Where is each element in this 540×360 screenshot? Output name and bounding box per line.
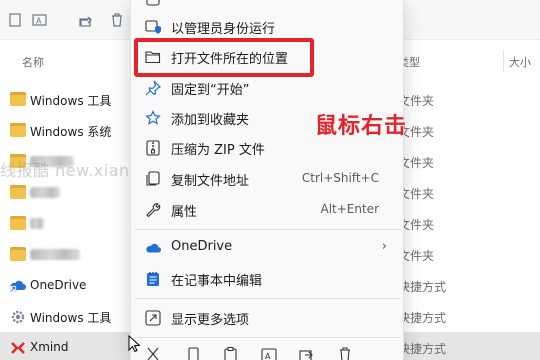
file-type: 快捷方式 [398, 311, 447, 325]
paste-icon[interactable] [223, 346, 239, 360]
folder-icon [10, 185, 26, 199]
onedrive-shortcut-icon [9, 278, 26, 293]
menu-item-pin-to-start[interactable]: 固定到“开始” [135, 73, 401, 103]
menu-item-edit-in-notepad[interactable]: 在记事本中编辑 [135, 264, 401, 294]
file-type: 快捷方式 [398, 280, 447, 294]
menu-divider [135, 298, 401, 299]
folder-icon [10, 92, 26, 106]
folder-icon [10, 123, 26, 137]
menu-item-label: OneDrive [171, 239, 233, 254]
new-item-icon[interactable] [4, 9, 26, 31]
file-name: Xmind [30, 340, 69, 354]
xmind-icon [10, 340, 26, 354]
share-icon[interactable] [299, 346, 315, 360]
mouse-cursor-icon [128, 334, 141, 357]
menu-item-label: 压缩为 ZIP 文件 [171, 143, 265, 158]
rename-icon[interactable]: A [261, 346, 277, 360]
menu-item-onedrive[interactable]: OneDrive › [135, 233, 401, 263]
menu-item-label: 以管理员身份运行 [171, 22, 276, 37]
blurred-file-name [30, 249, 80, 260]
file-type: 快捷方式 [398, 342, 447, 356]
delete-icon[interactable] [337, 346, 353, 360]
svg-text:A: A [265, 352, 271, 360]
blurred-file-name [30, 218, 44, 229]
menu-item-label: 复制文件地址 [171, 174, 250, 189]
zip-icon [145, 140, 161, 156]
chevron-right-icon: › [381, 239, 387, 254]
star-icon [145, 110, 161, 126]
menu-item-shortcut: Alt+Enter [320, 202, 379, 216]
menu-item-show-more-options[interactable]: 显示更多选项 [135, 303, 401, 333]
cut-icon[interactable] [145, 346, 161, 360]
cloud-icon [145, 240, 161, 256]
rename-icon[interactable]: A [29, 9, 51, 31]
menu-item-label: 在记事本中编辑 [171, 274, 263, 289]
column-size-header[interactable]: 大小 [509, 54, 531, 70]
menu-item-copy-path[interactable]: 复制文件地址 Ctrl+Shift+C [135, 164, 401, 194]
file-name: OneDrive [30, 278, 87, 292]
file-name: Windows 工具 [30, 311, 112, 325]
menu-item-label: 固定到“开始” [171, 83, 250, 98]
notepad-icon [145, 271, 161, 287]
file-name: Windows 工具 [30, 94, 112, 108]
menu-item-label: 添加到收藏夹 [171, 113, 250, 128]
open-icon [145, 0, 161, 7]
copy-icon[interactable] [185, 346, 201, 360]
menu-item-label: 属性 [171, 205, 198, 220]
file-name: Windows 系统 [30, 125, 112, 139]
menu-divider [135, 337, 401, 338]
settings-shortcut-icon [10, 309, 26, 324]
pin-icon [145, 80, 161, 96]
menu-item-properties[interactable]: 属性 Alt+Enter [135, 195, 401, 225]
more-options-icon [145, 310, 161, 326]
blurred-file-name [30, 187, 60, 198]
svg-text:A: A [36, 17, 42, 26]
wrench-icon [145, 202, 161, 218]
copy-path-icon [145, 171, 161, 187]
menu-item-shortcut: Ctrl+Shift+C [301, 171, 379, 185]
menu-item-label: 显示更多选项 [171, 313, 250, 328]
delete-icon[interactable] [106, 9, 128, 31]
folder-icon [10, 216, 26, 230]
shield-icon [145, 19, 161, 35]
menu-divider [135, 229, 401, 230]
share-icon[interactable] [75, 9, 97, 31]
highlight-box [134, 38, 314, 77]
column-name-header[interactable]: 名称 [22, 54, 44, 70]
folder-icon [10, 247, 26, 261]
annotation-label: 鼠标右击 [315, 114, 408, 139]
